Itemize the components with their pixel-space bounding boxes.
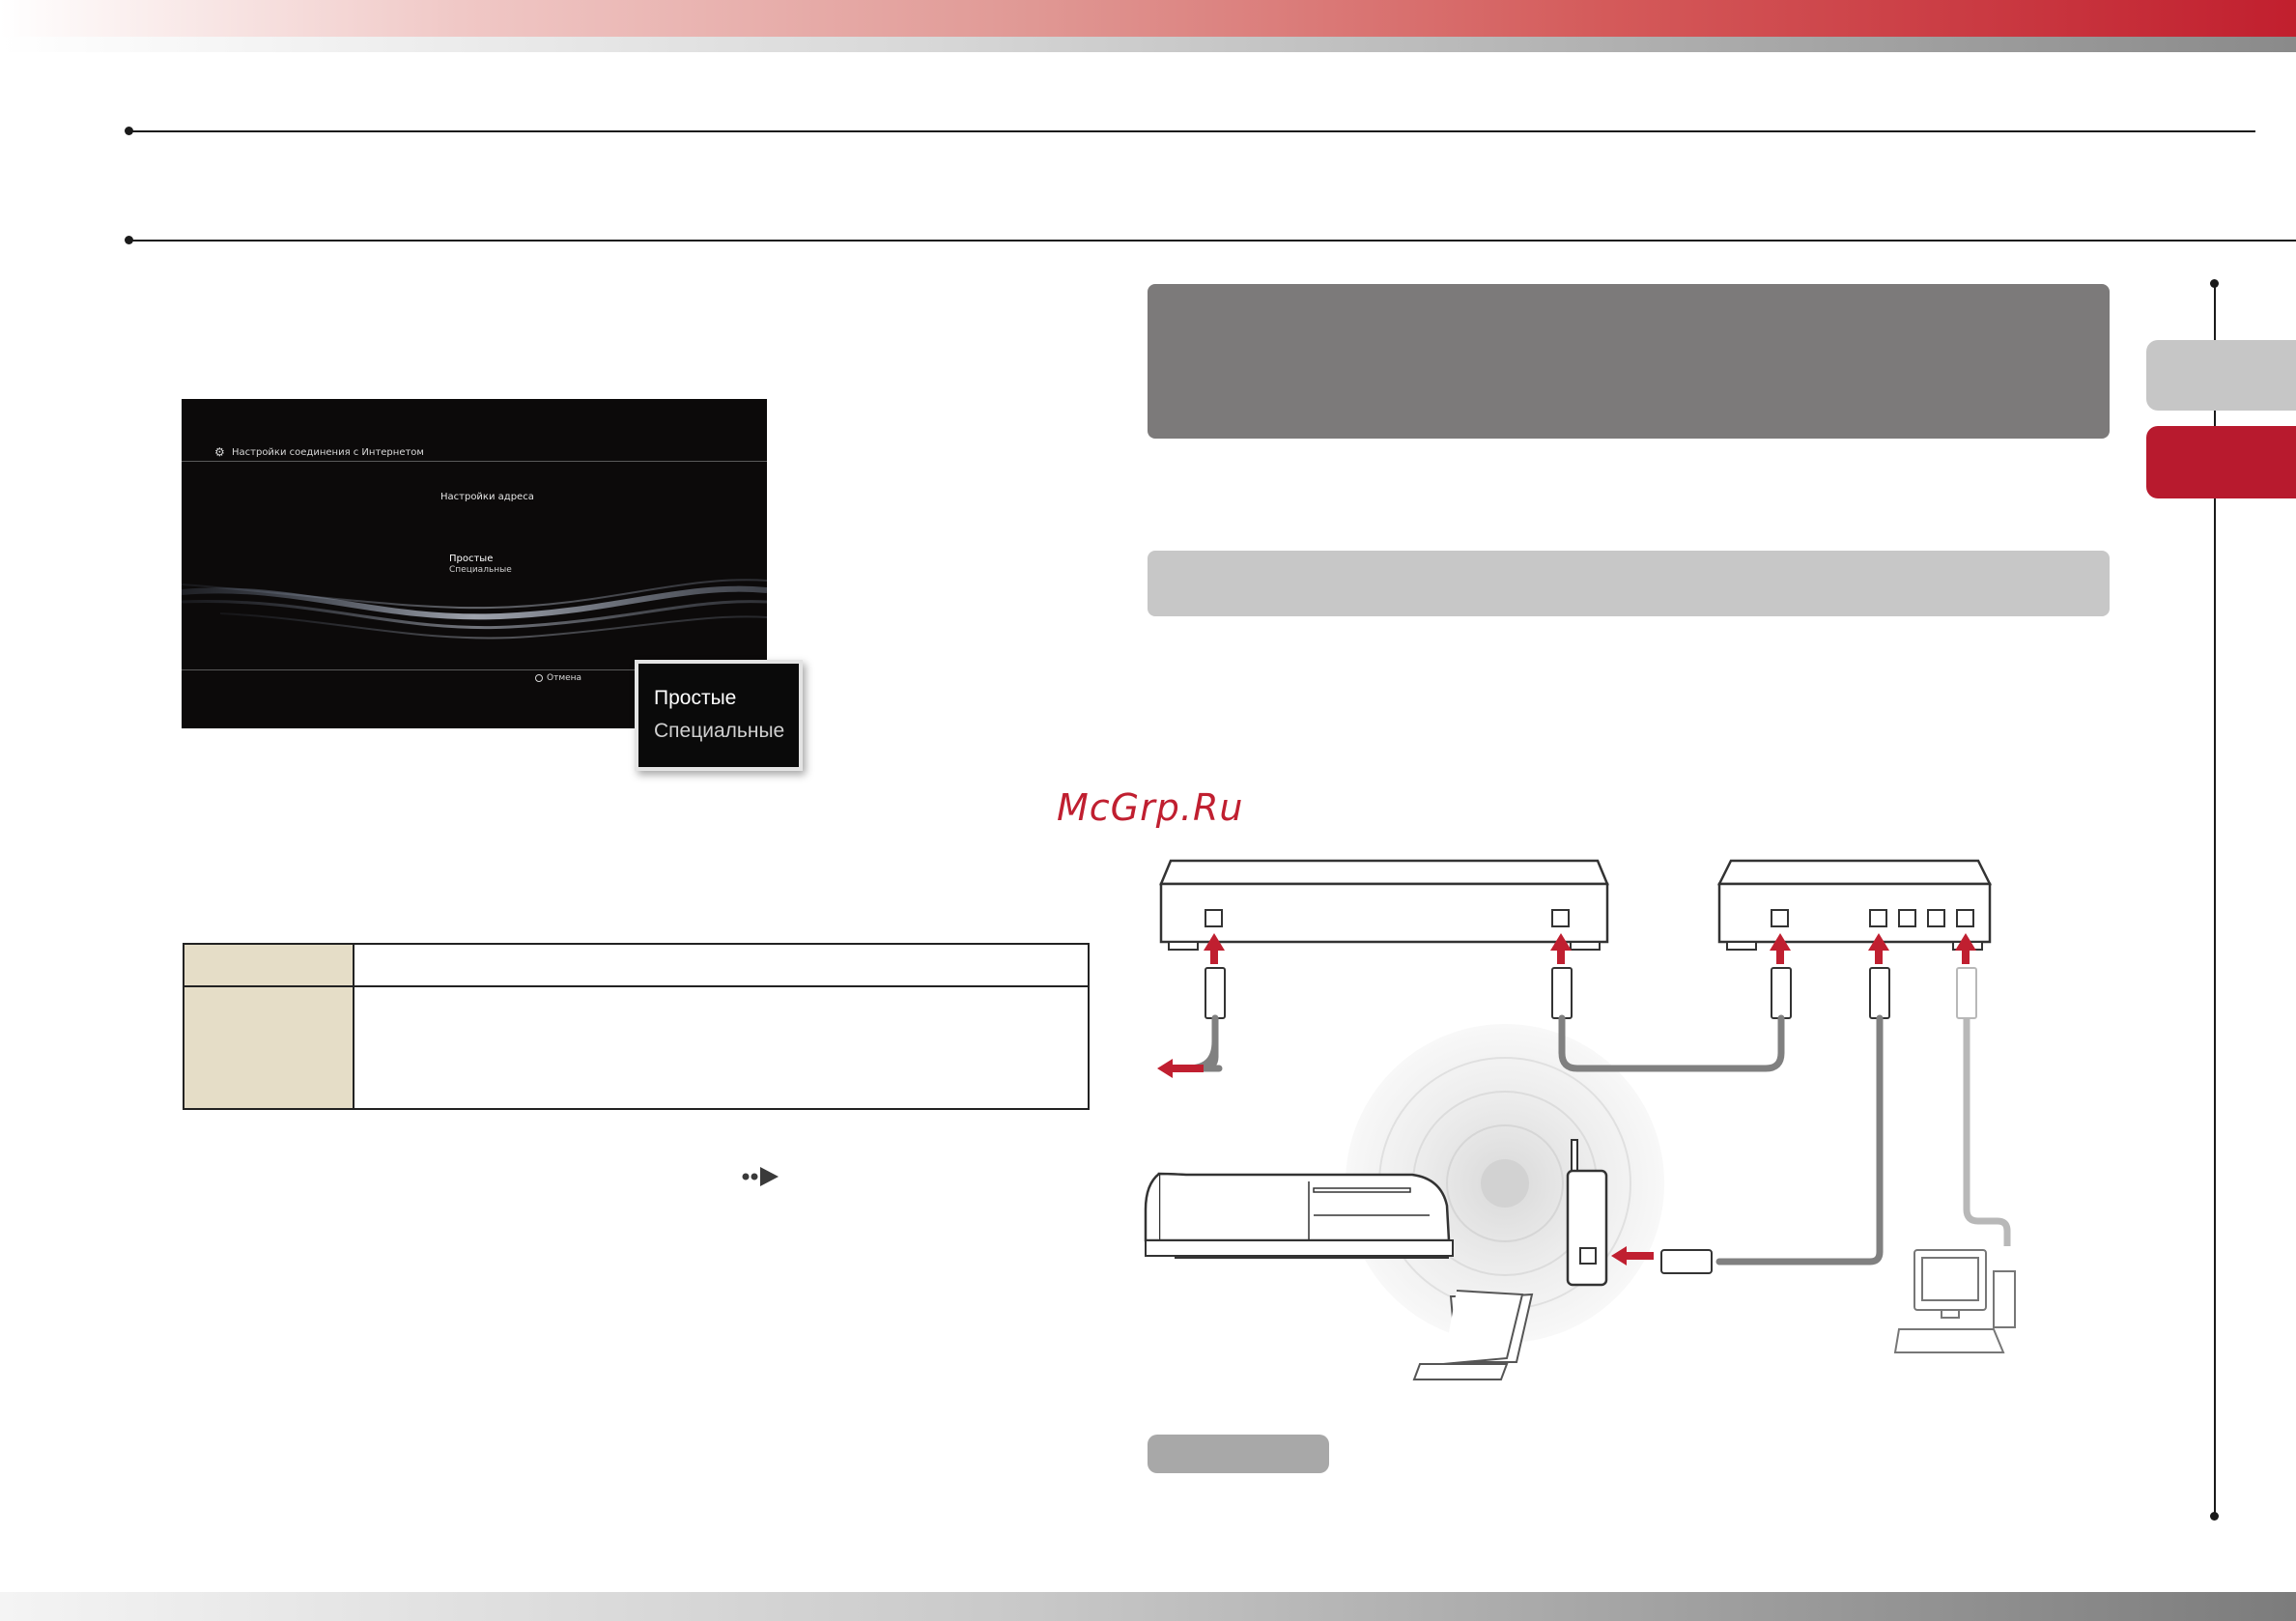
vline-dot-bottom: [2210, 1512, 2219, 1521]
wave-background: [182, 579, 767, 640]
ps3-console-icon: [1144, 1172, 1454, 1259]
side-tab-gray[interactable]: [2146, 340, 2296, 411]
side-tab-active[interactable]: [2146, 426, 2296, 498]
zoom-option-simple: Простые: [654, 687, 737, 709]
cancel-label: Отмена: [547, 673, 582, 683]
header-rule-top: [128, 130, 2255, 132]
top-gray-stripe: [0, 37, 2296, 52]
internet-arrow-icon: [1157, 1059, 1204, 1078]
desktop-pc-icon: [1893, 1249, 2016, 1353]
network-settings-icon: ⚙: [214, 445, 225, 459]
screen-title: Настройки соединения с Интернетом: [232, 447, 424, 458]
settings-table: [183, 943, 1090, 1110]
note-label-box: [1148, 1435, 1329, 1473]
watermark: McGrp.Ru: [1057, 786, 1244, 829]
subsection-bar: [1148, 551, 2110, 616]
table-label-cell-2: [184, 987, 354, 1108]
bottom-gradient-band: [0, 1592, 2296, 1621]
cable-plugs: [1205, 967, 1890, 1019]
next-page-arrow-icon[interactable]: [742, 1165, 782, 1188]
section-header-box: [1148, 284, 2110, 439]
modem-icon: [1159, 859, 1609, 951]
network-diagram: [1144, 859, 2016, 1380]
cancel-hint[interactable]: Отмена: [535, 673, 581, 683]
table-label-cell-1: [184, 945, 354, 987]
router-icon: [1716, 859, 1993, 951]
header-rule-second: [128, 240, 2296, 242]
access-point-plug: [1660, 1249, 1713, 1274]
option-simple[interactable]: Простые: [449, 554, 493, 564]
zoom-option-custom: Специальные: [654, 720, 785, 742]
option-custom[interactable]: Специальные: [449, 565, 512, 575]
zoomed-options-popup: Простые Специальные: [635, 660, 803, 771]
table-value-cell-1: [354, 945, 1088, 987]
top-gradient-band: [0, 0, 2296, 37]
screen-divider-top: [182, 461, 767, 462]
screen-heading: Настройки адреса: [440, 492, 534, 502]
circle-button-icon: [535, 673, 543, 682]
